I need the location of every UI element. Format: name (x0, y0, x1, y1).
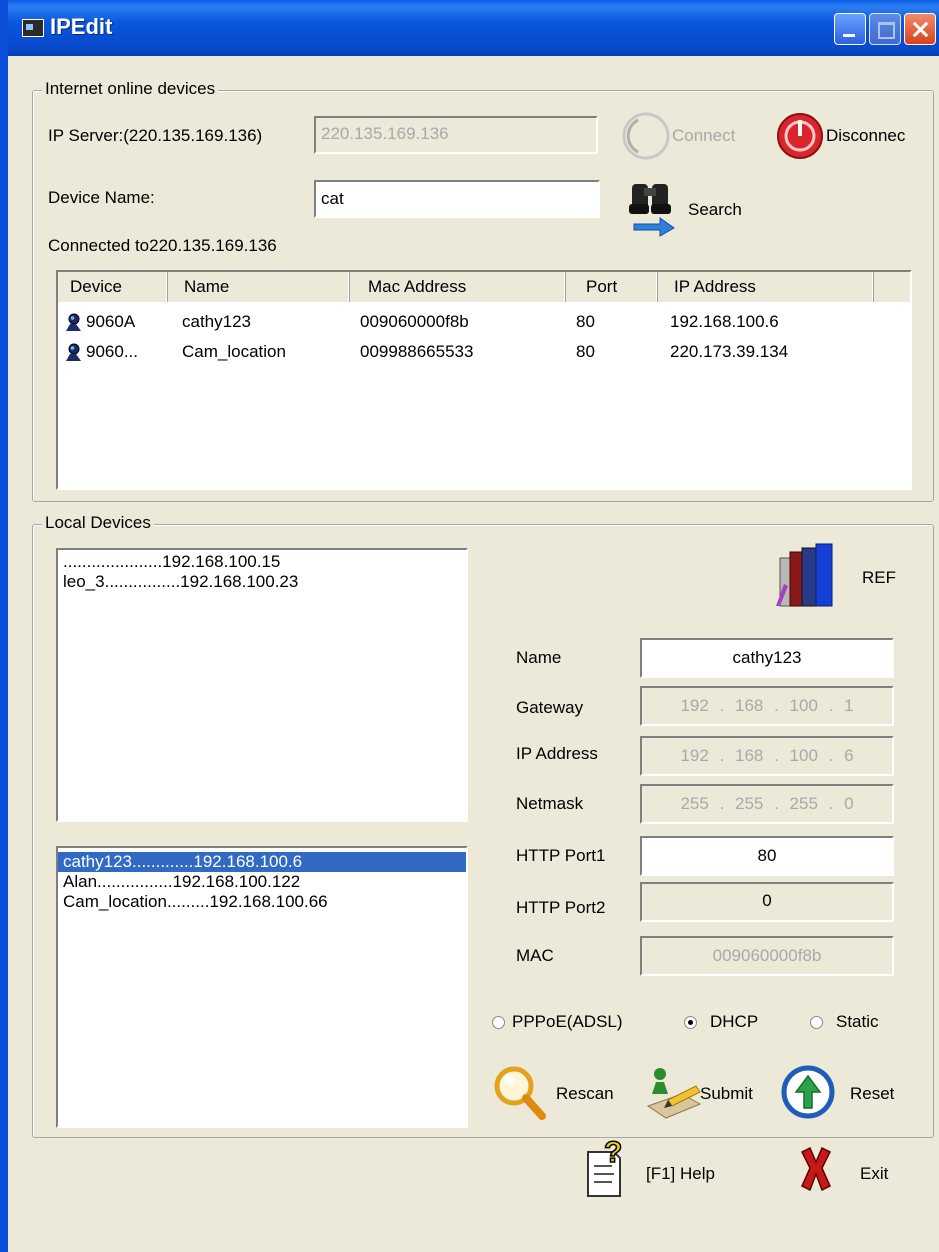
netmask-input[interactable]: 255 . 255 . 255 . 0 (640, 784, 894, 824)
user-icon (66, 313, 81, 331)
app-icon (22, 19, 44, 37)
column-mac-address[interactable]: Mac Address (350, 272, 566, 302)
list-item[interactable]: Cam_location.........192.168.100.66 (58, 892, 466, 912)
ip-server-input[interactable]: 220.135.169.136 (314, 116, 598, 154)
table-header: Device Name Mac Address Port IP Address (58, 272, 910, 302)
connect-label: Connect (672, 126, 736, 145)
online-devices-legend: Internet online devices (42, 79, 219, 99)
http-port1-label: HTTP Port1 (516, 846, 606, 865)
name-label: Name (516, 648, 562, 667)
books-icon (776, 543, 833, 607)
rescan-button[interactable]: Rescan (492, 1064, 632, 1124)
search-label: Search (688, 200, 742, 219)
exit-x-icon (800, 1146, 832, 1192)
local-devices-list-bottom[interactable]: cathy123.............192.168.100.6 Alan.… (56, 846, 468, 1128)
cell-mac: 009988665533 (360, 342, 474, 361)
disconnect-label: Disconnec (826, 126, 906, 145)
cell-port: 80 (576, 342, 595, 361)
reset-label: Reset (850, 1084, 895, 1103)
connection-status: Connected to220.135.169.136 (48, 236, 277, 255)
ipedit-window: IPEdit Internet online devices IP Server… (0, 0, 939, 1252)
http-port2-label: HTTP Port2 (516, 898, 606, 917)
http-port1-input[interactable]: 80 (640, 836, 894, 876)
cell-device: 9060... (86, 342, 138, 361)
static-radio-circle (810, 1016, 823, 1029)
cell-device: 9060A (86, 312, 136, 331)
reset-button[interactable]: Reset (780, 1064, 904, 1124)
cell-name: Cam_location (182, 342, 286, 361)
static-radio[interactable]: Static (810, 1010, 900, 1036)
binoculars-icon (629, 184, 675, 237)
close-button[interactable] (904, 13, 936, 45)
ref-label: REF (862, 568, 896, 587)
connect-icon (622, 112, 670, 160)
local-devices-legend: Local Devices (42, 513, 154, 533)
netmask-label: Netmask (516, 794, 584, 813)
table-row[interactable]: 9060A cathy123 009060000f8b 80 192.168.1… (58, 308, 910, 336)
column-filler (874, 272, 910, 302)
column-device[interactable]: Device (58, 272, 168, 302)
pppoe-radio-circle (492, 1016, 505, 1029)
device-name-label: Device Name: (48, 188, 155, 207)
svg-text:?: ? (604, 1136, 622, 1169)
local-devices-list-top[interactable]: .....................192.168.100.15 leo_… (56, 548, 468, 822)
up-arrow-icon (781, 1065, 835, 1119)
submit-icon (646, 1068, 702, 1119)
device-name-input[interactable]: cat (314, 180, 600, 218)
help-label: [F1] Help (646, 1164, 715, 1183)
cell-name: cathy123 (182, 312, 251, 331)
cell-ip: 220.173.39.134 (670, 342, 789, 361)
window-title: IPEdit (50, 14, 113, 39)
search-button[interactable]: Search (626, 176, 766, 238)
disconnect-button[interactable]: Disconnec (774, 110, 934, 162)
pppoe-radio[interactable]: PPPoE(ADSL) (492, 1010, 652, 1036)
help-document-icon: ? (587, 1136, 623, 1197)
ref-button[interactable]: REF (774, 540, 908, 612)
exit-button[interactable]: Exit (792, 1136, 912, 1202)
static-radio-label: Static (836, 1012, 879, 1031)
name-input[interactable]: cathy123 (640, 638, 894, 678)
connect-button[interactable]: Connect (620, 110, 770, 162)
magnifier-icon (494, 1066, 546, 1120)
cell-mac: 009060000f8b (360, 312, 469, 331)
list-item[interactable]: Alan................192.168.100.122 (58, 872, 466, 892)
dhcp-radio-circle (684, 1016, 697, 1029)
mac-input[interactable]: 009060000f8b (640, 936, 894, 976)
column-ip-address[interactable]: IP Address (658, 272, 874, 302)
mac-label: MAC (516, 946, 554, 965)
online-devices-table[interactable]: Device Name Mac Address Port IP Address … (56, 270, 912, 490)
dhcp-radio[interactable]: DHCP (684, 1010, 784, 1036)
power-icon (777, 113, 823, 159)
rescan-label: Rescan (556, 1084, 614, 1103)
submit-label: Submit (700, 1084, 753, 1103)
title-bar[interactable]: IPEdit (8, 0, 939, 56)
gateway-label: Gateway (516, 698, 584, 717)
http-port2-input[interactable]: 0 (640, 882, 894, 922)
gateway-input[interactable]: 192 . 168 . 100 . 1 (640, 686, 894, 726)
submit-button[interactable]: Submit (642, 1064, 782, 1124)
pppoe-radio-label: PPPoE(ADSL) (512, 1012, 623, 1031)
table-row[interactable]: 9060... Cam_location 009988665533 80 220… (58, 338, 910, 366)
dhcp-radio-label: DHCP (710, 1012, 759, 1031)
exit-label: Exit (860, 1164, 889, 1183)
cell-ip: 192.168.100.6 (670, 312, 779, 331)
list-item[interactable]: .....................192.168.100.15 (58, 552, 466, 572)
user-icon (66, 343, 81, 361)
maximize-button[interactable] (869, 13, 901, 45)
ip-address-label: IP Address (516, 744, 598, 763)
column-port[interactable]: Port (566, 272, 658, 302)
list-item[interactable]: leo_3................192.168.100.23 (58, 572, 466, 592)
ip-server-label: IP Server:(220.135.169.136) (48, 126, 263, 145)
list-item-selected[interactable]: cathy123.............192.168.100.6 (58, 852, 466, 872)
ip-address-input[interactable]: 192 . 168 . 100 . 6 (640, 736, 894, 776)
help-button[interactable]: ? [F1] Help (578, 1136, 758, 1202)
minimize-button[interactable] (834, 13, 866, 45)
cell-port: 80 (576, 312, 595, 331)
column-name[interactable]: Name (168, 272, 350, 302)
